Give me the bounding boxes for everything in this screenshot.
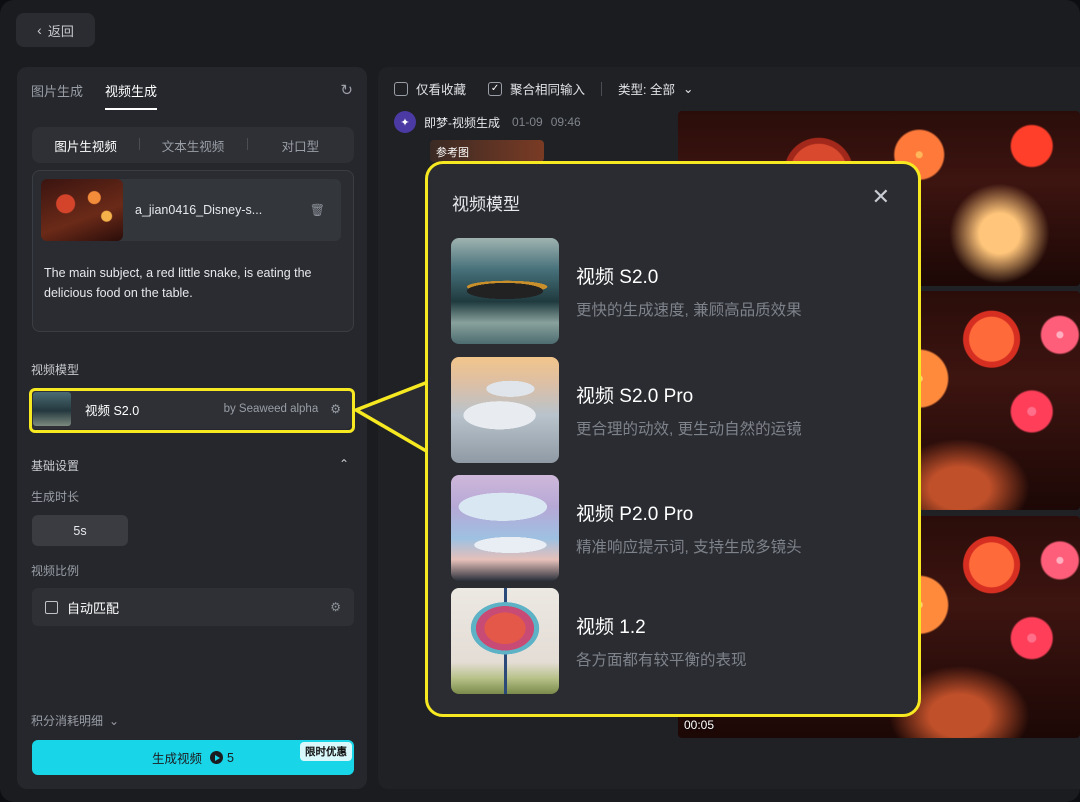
refresh-icon[interactable]: ↻ (340, 81, 353, 99)
merge-checkbox[interactable]: ✓ (488, 81, 503, 96)
credits-detail-toggle[interactable]: 积分消耗明细 ⌄ (31, 712, 119, 729)
credits-label: 积分消耗明细 (31, 714, 104, 728)
generate-cost: 5 (227, 750, 234, 765)
back-label: 返回 (47, 23, 74, 39)
video-duration: 00:05 (684, 718, 715, 732)
credit-coin-icon (210, 751, 224, 764)
generation-tabs: 图片生成 视频生成 (31, 81, 158, 110)
model-option-s2-pro[interactable]: 视频 S2.0 Pro 更合理的动效, 更生动自然的运镜 (451, 356, 896, 464)
model-section-label: 视频模型 (31, 363, 80, 377)
model-selector[interactable]: 视频 S2.0 by Seaweed alpha ⚙ (30, 389, 352, 429)
model-thumbnail (451, 475, 559, 581)
sliders-icon[interactable]: ⚙ (330, 600, 341, 614)
video-mode-tabs: 图片生视频 文本生视频 对口型 (32, 127, 354, 163)
tab-video-generation[interactable]: 视频生成 (105, 81, 158, 110)
model-thumbnail (451, 588, 559, 694)
model-description: 更快的生成速度, 兼顾高品质效果 (576, 302, 802, 319)
ratio-value: 自动匹配 (67, 600, 120, 616)
model-description: 精准响应提示词, 支持生成多镜头 (576, 539, 802, 556)
type-filter[interactable]: 类型: 全部 (618, 79, 675, 98)
generation-date: 01-09 (512, 115, 543, 129)
model-description: 更合理的动效, 更生动自然的运镜 (576, 421, 802, 438)
model-option-p2-pro[interactable]: 视频 P2.0 Pro 精准响应提示词, 支持生成多镜头 (451, 474, 896, 582)
model-picker-popup: 视频模型 ✕ 视频 S2.0 更快的生成速度, 兼顾高品质效果 视频 S2.0 … (425, 161, 921, 717)
chevron-left-icon: ‹ (37, 22, 42, 38)
tab-image-to-video[interactable]: 图片生视频 (32, 136, 139, 155)
model-option-1-2[interactable]: 视频 1.2 各方面都有较平衡的表现 (451, 587, 896, 695)
tab-lip-sync[interactable]: 对口型 (246, 136, 354, 155)
promo-badge: 限时优惠 (300, 742, 352, 761)
model-thumbnail (451, 357, 559, 463)
reference-file-row: a_jian0416_Disney-s... 🗑 (41, 179, 341, 241)
duration-option-5s[interactable]: 5s (32, 515, 128, 546)
reference-image-chip[interactable]: 参考图 (430, 140, 544, 162)
filter-bar: 仅看收藏 ✓ 聚合相同输入 类型: 全部 ⌄ (394, 79, 693, 98)
model-name: 视频 1.2 (576, 617, 646, 638)
chevron-down-icon: ⌄ (109, 713, 120, 728)
ratio-selector[interactable]: 自动匹配 ⚙ (32, 588, 354, 626)
generation-header: ✦ 即梦-视频生成 01-09 09:46 (394, 111, 581, 133)
close-icon[interactable]: ✕ (872, 186, 890, 208)
divider (601, 81, 603, 96)
aspect-ratio-icon (45, 600, 58, 614)
app-window: ‹ 返回 图片生成 视频生成 ↻ 图片生视频 文本生视频 对口型 a_jian0… (0, 0, 1080, 802)
selected-model-name: 视频 S2.0 (85, 403, 140, 418)
tab-image-generation[interactable]: 图片生成 (31, 81, 83, 110)
generate-label: 生成视频 (152, 752, 203, 766)
generate-video-button[interactable]: 生成视频 5 限时优惠 (32, 740, 354, 775)
duration-label: 生成时长 (31, 490, 80, 504)
basic-settings-label: 基础设置 (31, 459, 80, 473)
model-name: 视频 S2.0 Pro (576, 386, 694, 407)
generation-title: 即梦-视频生成 (424, 115, 500, 130)
generation-time: 09:46 (550, 115, 581, 129)
chevron-down-icon[interactable]: ⌄ (683, 81, 693, 96)
model-thumbnail (33, 392, 71, 426)
reference-image-thumbnail[interactable] (41, 179, 123, 241)
reference-file-name: a_jian0416_Disney-s... (135, 203, 263, 217)
prompt-card: a_jian0416_Disney-s... 🗑 The main subjec… (32, 170, 354, 332)
left-panel: 图片生成 视频生成 ↻ 图片生视频 文本生视频 对口型 a_jian0416_D… (17, 67, 367, 789)
popup-title: 视频模型 (452, 195, 520, 214)
tab-text-to-video[interactable]: 文本生视频 (139, 136, 246, 155)
basic-settings-header[interactable]: 基础设置 ⌃ (31, 457, 349, 474)
model-provider: by Seaweed alpha (223, 403, 319, 415)
sliders-icon[interactable]: ⚙ (330, 402, 341, 416)
prompt-textarea[interactable]: The main subject, a red little snake, is… (44, 263, 344, 303)
chevron-up-icon[interactable]: ⌃ (339, 457, 349, 474)
model-option-s2[interactable]: 视频 S2.0 更快的生成速度, 兼顾高品质效果 (451, 237, 896, 345)
merge-label[interactable]: 聚合相同输入 (510, 79, 585, 98)
favorites-checkbox[interactable] (394, 81, 408, 96)
callout-arrow (354, 380, 428, 454)
model-name: 视频 P2.0 Pro (576, 504, 694, 525)
model-description: 各方面都有较平衡的表现 (576, 652, 747, 669)
dreamina-logo-icon: ✦ (394, 111, 416, 133)
trash-icon[interactable]: 🗑 (310, 203, 325, 217)
model-thumbnail (451, 238, 559, 344)
model-name: 视频 S2.0 (576, 267, 659, 288)
back-button[interactable]: ‹ 返回 (16, 13, 95, 47)
favorites-label[interactable]: 仅看收藏 (416, 79, 466, 98)
ratio-label: 视频比例 (31, 564, 80, 578)
